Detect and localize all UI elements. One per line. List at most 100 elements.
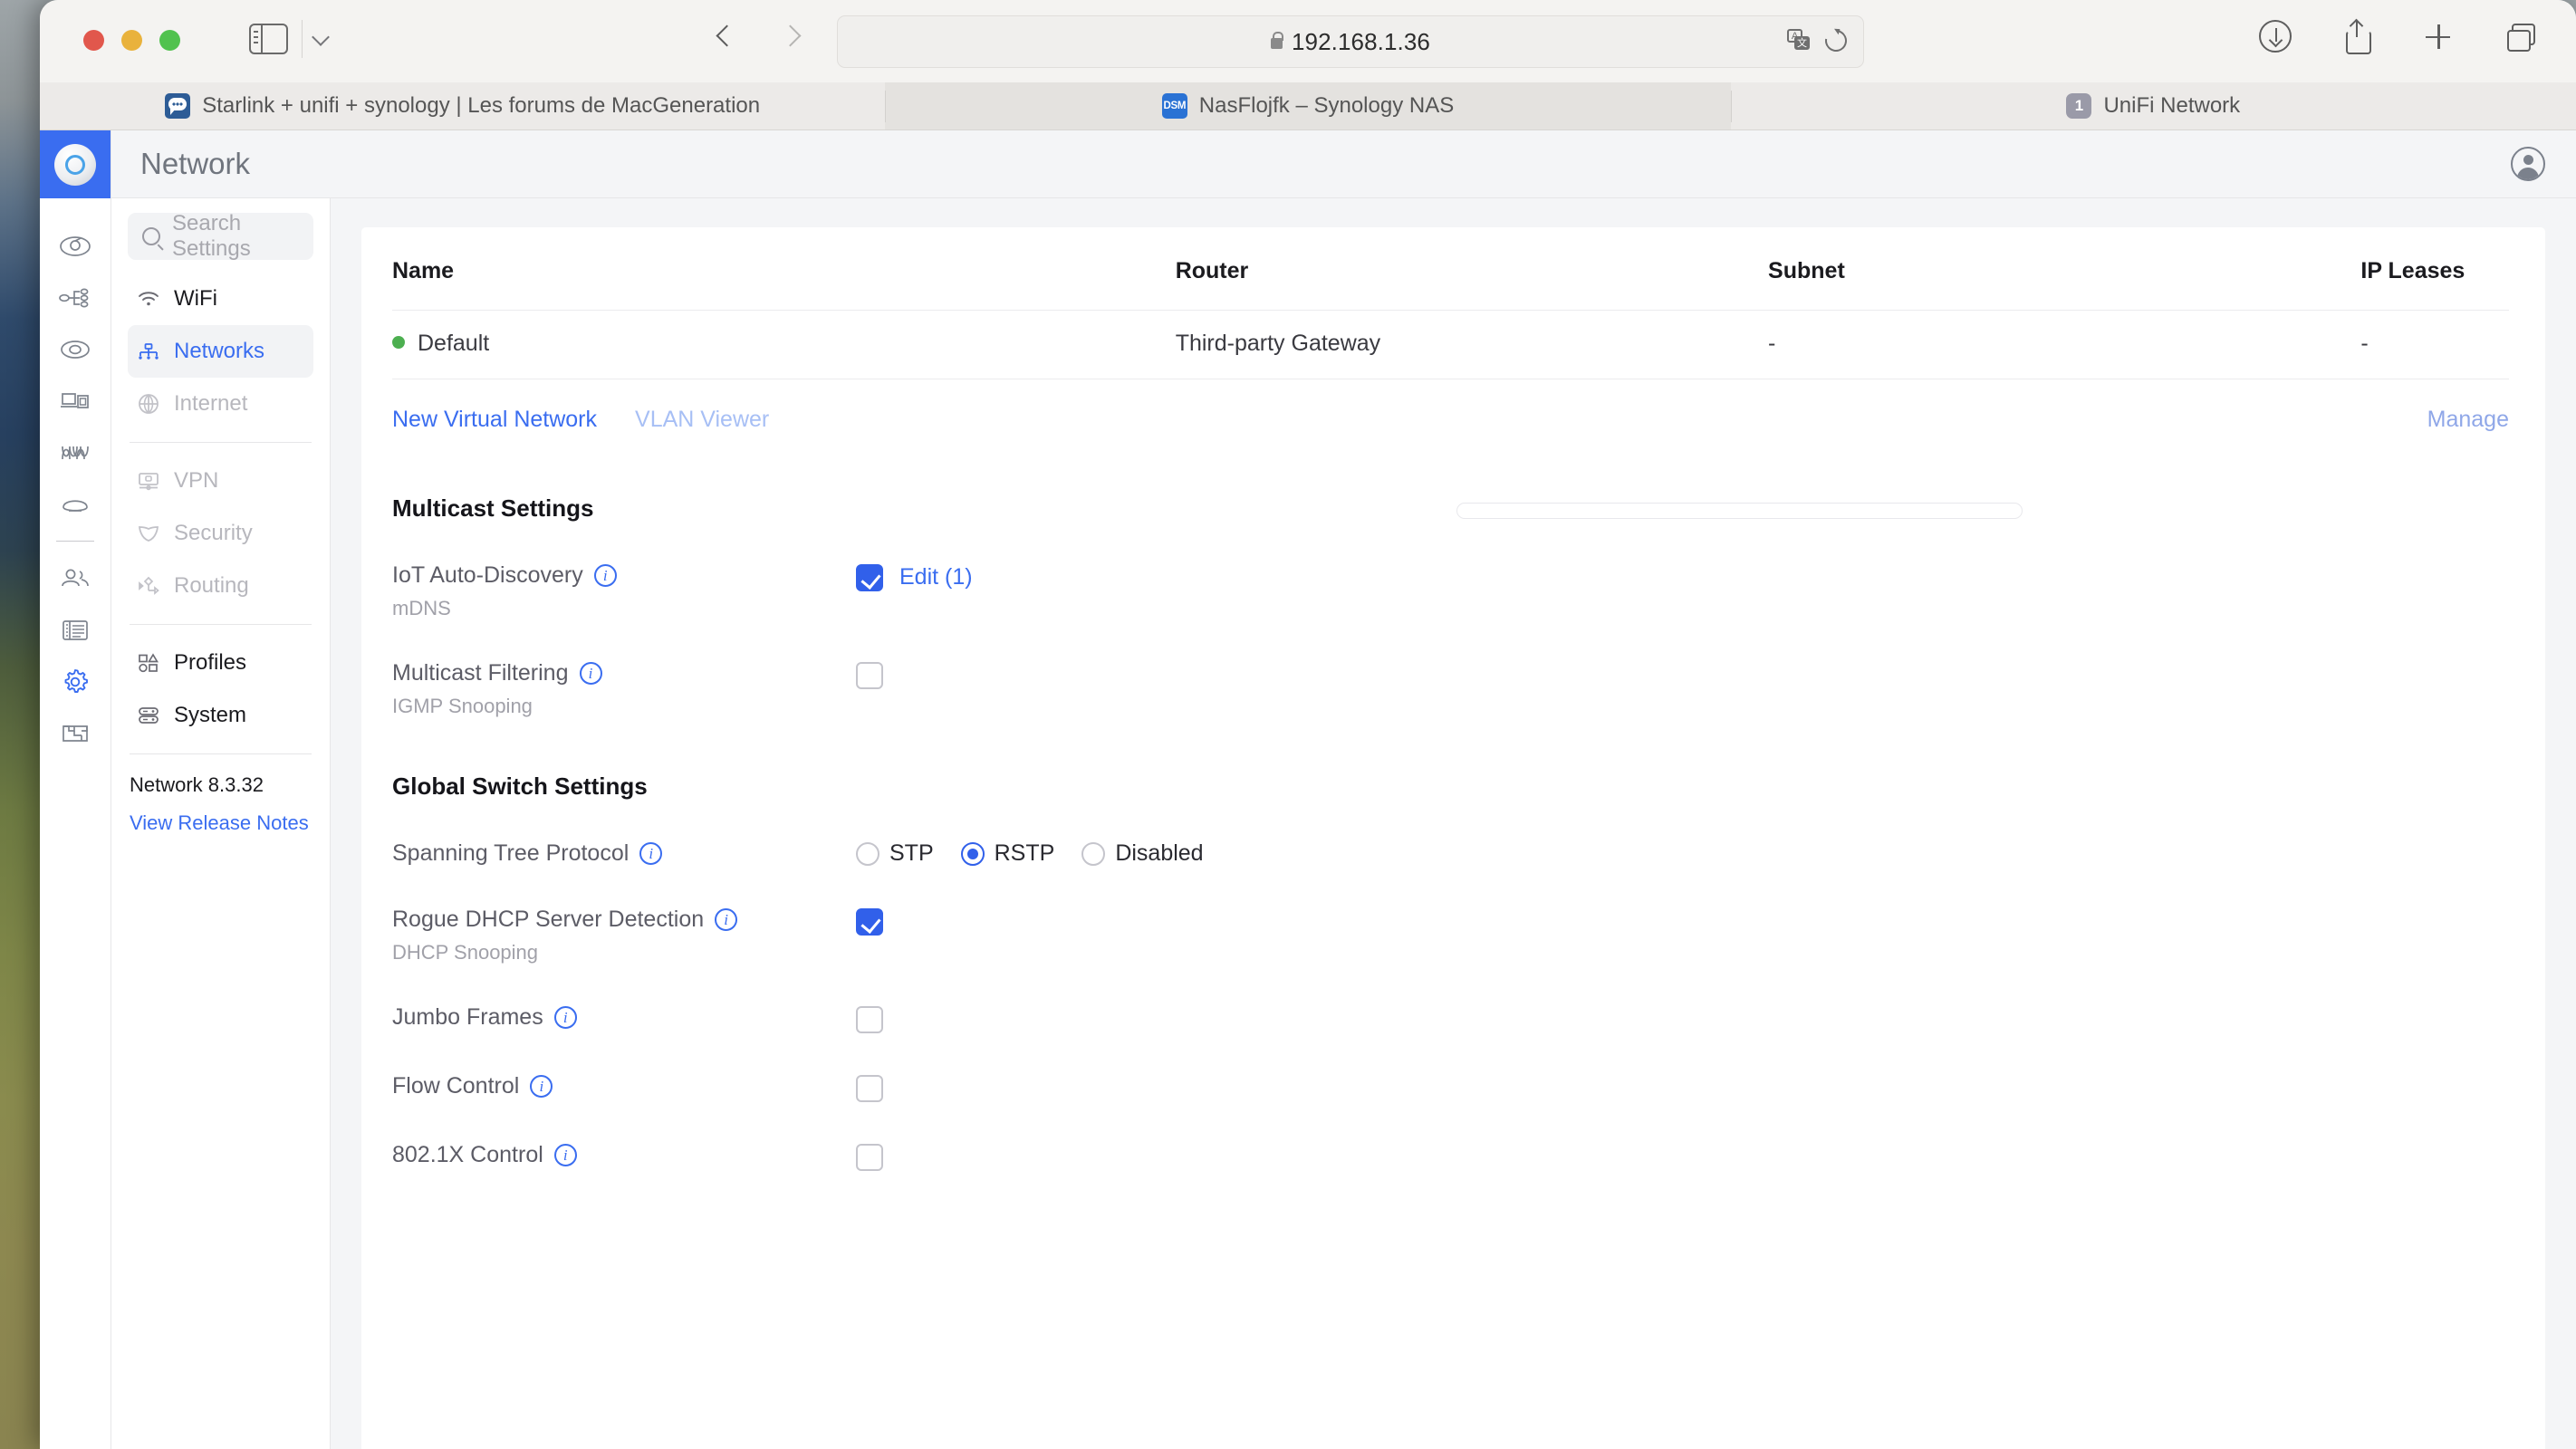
sidebar-item-profiles[interactable]: Profiles [128, 637, 313, 689]
radio-button[interactable] [856, 841, 879, 866]
sidebar-icon[interactable] [249, 24, 288, 54]
sidebar-item-networks[interactable]: Networks [128, 325, 313, 378]
minimize-window-button[interactable] [121, 30, 142, 51]
collapsed-field-outline [1456, 503, 2023, 519]
info-icon[interactable]: i [553, 1006, 577, 1029]
info-icon[interactable]: i [715, 908, 738, 931]
sidebar-item-vpn[interactable]: VPN [128, 455, 313, 507]
table-header-row: Name Router Subnet IP Leases [392, 254, 2509, 311]
sidebar-item-label: VPN [174, 468, 219, 493]
sidebar-item-wifi-coverage[interactable] [40, 478, 111, 530]
tab-macgeneration[interactable]: Starlink + unifi + synology | Les forums… [40, 82, 885, 130]
column-header-subnet[interactable]: Subnet [1768, 254, 2360, 311]
manage-button[interactable]: Manage [2427, 407, 2509, 433]
download-icon[interactable] [2259, 20, 2292, 53]
radio-option-disabled[interactable]: Disabled [1081, 840, 1204, 867]
account-avatar-icon[interactable] [2511, 147, 2545, 181]
table-row[interactable]: Default Third-party Gateway - - [392, 310, 2509, 379]
release-notes-link[interactable]: View Release Notes [128, 797, 313, 835]
floorplan-icon [62, 724, 88, 742]
cell-router: Third-party Gateway [1175, 310, 1769, 379]
sidebar-item-label: Security [174, 521, 253, 545]
sidebar-item-topology[interactable] [40, 272, 111, 323]
sidebar-item-client-devices[interactable] [40, 375, 111, 427]
page-title: Network [140, 147, 251, 180]
radio-option-stp[interactable]: STP [856, 840, 934, 867]
maximize-window-button[interactable] [159, 30, 180, 51]
sidebar-item-label: Networks [174, 339, 265, 363]
setting-sublabel: IGMP Snooping [392, 695, 533, 717]
tab-label: Starlink + unifi + synology | Les forums… [202, 93, 761, 118]
unifi-network-app: Network Search Settings WiFi Networks In… [40, 130, 2576, 1449]
translate-icon[interactable]: A文 [1787, 29, 1811, 53]
sidebar-item-logs[interactable] [40, 604, 111, 656]
new-virtual-network-button[interactable]: New Virtual Network [392, 407, 597, 433]
radio-option-rstp[interactable]: RSTP [960, 840, 1055, 867]
column-header-router[interactable]: Router [1176, 254, 1768, 311]
reload-icon[interactable] [1821, 25, 1851, 56]
unifi-logo-icon[interactable] [40, 130, 111, 198]
wifi-icon [137, 290, 160, 308]
system-icon [137, 705, 160, 726]
address-bar[interactable]: 192.168.1.36 A文 [837, 15, 1864, 68]
sidebar-item-label: System [174, 703, 247, 727]
info-icon[interactable]: i [553, 1144, 577, 1166]
setting-label: Spanning Tree Protocol [392, 840, 630, 866]
gear-icon [64, 668, 88, 693]
tab-bar: Starlink + unifi + synology | Les forums… [40, 82, 2576, 130]
column-header-ip-leases[interactable]: IP Leases [2360, 254, 2509, 311]
sidebar-item-routing[interactable]: Routing [128, 560, 313, 612]
unifi-badge-icon: 1 [2066, 93, 2092, 119]
nav-divider [130, 753, 312, 754]
info-icon[interactable]: i [579, 662, 602, 685]
search-placeholder: Search Settings [172, 211, 251, 261]
nav-divider [130, 442, 312, 443]
search-icon [142, 227, 160, 245]
jumbo-frames-checkbox[interactable] [856, 1006, 883, 1033]
tab-overview-icon[interactable] [2504, 20, 2536, 53]
sidebar-item-traffic[interactable] [40, 427, 111, 478]
close-window-button[interactable] [83, 30, 104, 51]
edit-link[interactable]: Edit (1) [899, 564, 973, 590]
sidebar-item-system[interactable]: System [128, 689, 313, 742]
chevron-down-icon[interactable] [312, 28, 330, 46]
safari-window: 192.168.1.36 A文 Starlink + unifi + synol… [40, 0, 2576, 1449]
vlan-viewer-button[interactable]: VLAN Viewer [635, 407, 769, 433]
info-icon[interactable]: i [639, 842, 663, 865]
dot1x-control-checkbox[interactable] [856, 1144, 883, 1171]
sidebar-item-internet[interactable]: Internet [128, 378, 313, 430]
networks-icon [137, 341, 160, 361]
globe-icon [137, 392, 160, 416]
flow-control-checkbox[interactable] [856, 1075, 883, 1102]
radio-button[interactable] [960, 841, 985, 866]
rogue-dhcp-detection-checkbox[interactable] [856, 908, 883, 936]
sidebar-item-security[interactable]: Security [128, 507, 313, 560]
radio-button[interactable] [1081, 841, 1106, 866]
info-icon[interactable]: i [530, 1075, 553, 1098]
new-tab-icon[interactable] [2422, 20, 2455, 53]
sidebar-item-floorplans[interactable] [40, 707, 111, 759]
tab-unifi-network[interactable]: 1 UniFi Network [1730, 82, 2576, 130]
stp-radio-group: STP RSTP Disabled [856, 840, 1218, 867]
radio-label: RSTP [994, 840, 1055, 866]
back-arrow-icon[interactable] [717, 27, 737, 47]
info-icon[interactable]: i [593, 564, 617, 587]
row-8021x-control: 802.1X Control i [392, 1102, 2509, 1171]
forward-arrow-icon[interactable] [781, 27, 801, 47]
settings-content: Name Router Subnet IP Leases Default Thi… [331, 198, 2576, 1449]
column-header-name[interactable]: Name [392, 254, 1176, 311]
multicast-filtering-checkbox[interactable] [856, 662, 883, 689]
vpn-icon [137, 471, 160, 491]
primary-nav-rail [40, 130, 111, 1449]
iot-auto-discovery-checkbox[interactable] [856, 564, 883, 591]
sidebar-item-wifi[interactable]: WiFi [128, 273, 313, 325]
sidebar-item-settings[interactable] [40, 656, 111, 707]
sidebar-item-clients[interactable] [40, 552, 111, 604]
tab-synology-nas[interactable]: DSM NasFlojfk – Synology NAS [885, 82, 1731, 130]
sidebar-item-unifi-devices[interactable] [40, 323, 111, 375]
share-icon[interactable] [2341, 20, 2373, 54]
networks-settings-card: Name Router Subnet IP Leases Default Thi… [361, 227, 2545, 1449]
sidebar-item-dashboard[interactable] [40, 220, 111, 272]
search-input[interactable]: Search Settings [128, 211, 313, 261]
section-title-multicast: Multicast Settings [392, 494, 594, 522]
